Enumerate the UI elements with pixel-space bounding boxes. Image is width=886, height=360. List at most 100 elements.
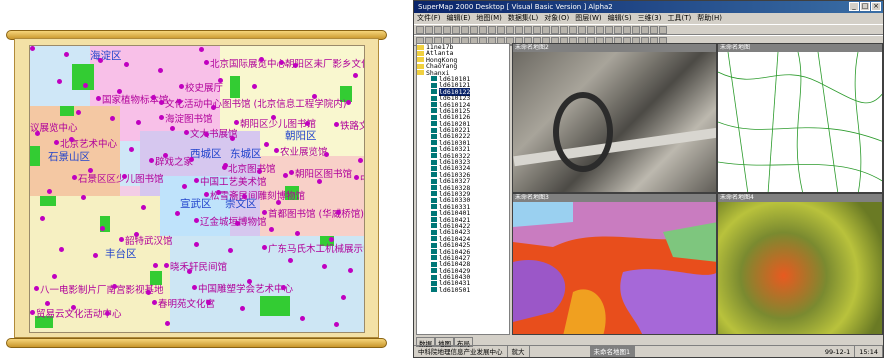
poi-marker bbox=[189, 157, 194, 162]
toolbar-button[interactable] bbox=[515, 25, 523, 34]
map-label: 晓禾轩民间馆 bbox=[170, 262, 228, 273]
toolbar-button[interactable] bbox=[443, 25, 451, 34]
poi-marker bbox=[341, 295, 346, 300]
map-label: 首都图书馆 (华威桥馆) bbox=[268, 209, 364, 220]
toolbar-button[interactable] bbox=[569, 25, 577, 34]
poi-marker bbox=[281, 285, 286, 290]
toolbar-button[interactable] bbox=[596, 25, 604, 34]
poi-marker bbox=[348, 268, 353, 273]
dataset-icon bbox=[431, 153, 437, 159]
tree-item-label: ld610501 bbox=[439, 285, 471, 294]
workspace-tree[interactable]: 11ne17b Atlanta HongKong ChaoYang Shanxi ld61… bbox=[416, 43, 510, 335]
poi-marker bbox=[54, 140, 59, 145]
tree-item[interactable]: ld610501 bbox=[417, 287, 509, 293]
poi-marker bbox=[192, 285, 197, 290]
menu-item[interactable]: 对象(O) bbox=[544, 13, 569, 24]
toolbar-button[interactable] bbox=[542, 25, 550, 34]
poi-marker bbox=[64, 52, 69, 57]
toolbar-button[interactable] bbox=[623, 25, 631, 34]
toolbar-button[interactable] bbox=[650, 25, 658, 34]
toolbar-button[interactable] bbox=[605, 25, 613, 34]
status-left: 中科院地理信息产业发展中心 bbox=[414, 346, 508, 357]
toolbar-button[interactable] bbox=[551, 25, 559, 34]
child-window-aerial[interactable]: 未命名地图2 bbox=[512, 43, 717, 193]
menu-item[interactable]: 文件(F) bbox=[417, 13, 441, 24]
map-label: 铁路文化宫 bbox=[340, 121, 364, 132]
dataset-icon bbox=[431, 89, 437, 95]
map-label: 北京图书馆 bbox=[228, 164, 276, 175]
toolbar-button[interactable] bbox=[533, 25, 541, 34]
poi-marker bbox=[151, 95, 156, 100]
toolbar-button[interactable] bbox=[506, 25, 514, 34]
child-title: 未命名地图2 bbox=[513, 44, 716, 52]
poi-marker bbox=[124, 62, 129, 67]
poi-marker bbox=[312, 94, 317, 99]
poi-marker bbox=[353, 73, 358, 78]
toolbar-button[interactable] bbox=[659, 25, 667, 34]
child-title: 未命名地图 bbox=[718, 44, 882, 52]
toolbar-button[interactable] bbox=[434, 25, 442, 34]
poi-marker bbox=[134, 232, 139, 237]
poi-marker bbox=[45, 301, 50, 306]
toolbar-button[interactable] bbox=[425, 25, 433, 34]
map-label: 东城区 bbox=[230, 148, 262, 160]
poi-marker bbox=[164, 263, 169, 268]
supermap-window: SuperMap 2000 Desktop [ Visual Basic Ver… bbox=[413, 0, 884, 358]
menu-item[interactable]: 工具(T) bbox=[667, 13, 691, 24]
toolbar-button[interactable] bbox=[560, 25, 568, 34]
poi-marker bbox=[179, 84, 184, 89]
poi-marker bbox=[204, 60, 209, 65]
menu-item[interactable]: 图层(W) bbox=[575, 13, 601, 24]
toolbar-button[interactable] bbox=[488, 25, 496, 34]
poi-marker bbox=[288, 258, 293, 263]
poi-marker bbox=[257, 169, 262, 174]
poi-marker bbox=[235, 221, 240, 226]
child-window-terrain[interactable]: 未命名地图4 bbox=[717, 193, 883, 335]
toolbar-button[interactable] bbox=[416, 25, 424, 34]
poi-marker bbox=[194, 218, 199, 223]
toolbar-button[interactable] bbox=[524, 25, 532, 34]
toolbar-button[interactable] bbox=[641, 25, 649, 34]
vector-map bbox=[718, 51, 882, 192]
child-window-vector[interactable]: 未命名地图 bbox=[717, 43, 883, 193]
toolbar-button[interactable] bbox=[461, 25, 469, 34]
toolbar-button[interactable] bbox=[479, 25, 487, 34]
map-label: 宣武区 bbox=[180, 198, 212, 210]
menu-item[interactable]: 帮助(H) bbox=[697, 13, 722, 24]
toolbar-button[interactable] bbox=[614, 25, 622, 34]
menu-item[interactable]: 编辑(S) bbox=[608, 13, 632, 24]
poi-marker bbox=[187, 269, 192, 274]
poi-marker bbox=[293, 63, 298, 68]
menu-bar: 文件(F) 编辑(E) 地图(M) 数据集(L) 对象(O) 图层(W) 编辑(S) 三维(3… bbox=[414, 13, 883, 24]
toolbar-button[interactable] bbox=[578, 25, 586, 34]
dataset-icon bbox=[431, 95, 437, 101]
dataset-icon bbox=[431, 76, 437, 82]
taskbar-item[interactable]: 未命名地图1 bbox=[589, 346, 636, 357]
poi-marker bbox=[283, 173, 288, 178]
toolbar-button[interactable] bbox=[452, 25, 460, 34]
menu-item[interactable]: 三维(3) bbox=[638, 13, 662, 24]
menu-item[interactable]: 编辑(E) bbox=[447, 13, 471, 24]
toolbar-button[interactable] bbox=[587, 25, 595, 34]
menu-item[interactable]: 数据集(L) bbox=[508, 13, 538, 24]
poi-marker bbox=[59, 247, 64, 252]
poi-marker bbox=[346, 100, 351, 105]
menu-item[interactable]: 地图(M) bbox=[476, 13, 502, 24]
toolbar-button[interactable] bbox=[470, 25, 478, 34]
child-window-landuse[interactable]: 未命名地图3 bbox=[512, 193, 717, 335]
toolbar-button[interactable] bbox=[497, 25, 505, 34]
dataset-icon bbox=[431, 102, 437, 108]
toolbar-button[interactable] bbox=[632, 25, 640, 34]
poi-marker bbox=[305, 121, 310, 126]
minimize-icon[interactable]: _ bbox=[849, 2, 859, 11]
poi-marker bbox=[262, 245, 267, 250]
dataset-icon bbox=[431, 268, 437, 274]
poi-marker bbox=[329, 237, 334, 242]
poi-marker bbox=[30, 310, 35, 315]
maximize-icon[interactable]: □ bbox=[860, 2, 870, 11]
poi-marker bbox=[334, 322, 339, 327]
dataset-icon bbox=[431, 82, 437, 88]
landuse-map bbox=[513, 202, 716, 334]
poi-marker bbox=[117, 89, 122, 94]
close-icon[interactable]: × bbox=[871, 2, 881, 11]
